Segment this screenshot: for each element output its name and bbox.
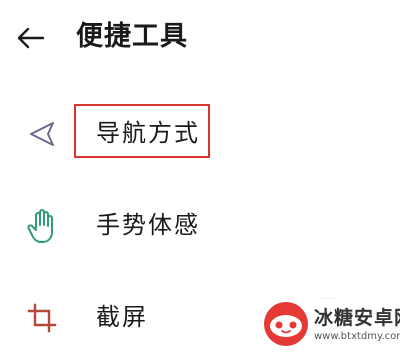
watermark-name: 冰糖安卓网	[314, 306, 400, 329]
watermark-url: www.btxtdmy.com	[314, 330, 400, 342]
menu-item-label: 截屏	[96, 303, 148, 331]
navigation-arrow-icon	[24, 116, 60, 152]
menu-item-navigation-mode[interactable]: 导航方式	[0, 88, 400, 180]
app-header: 便捷工具	[0, 0, 400, 76]
page-title: 便捷工具	[76, 21, 188, 52]
hand-gesture-icon	[24, 208, 60, 244]
menu-item-gesture-motion[interactable]: 手势体感	[0, 180, 400, 272]
menu-item-label: 导航方式	[96, 119, 200, 147]
watermark-logo-icon	[264, 302, 308, 346]
crop-screenshot-icon	[24, 300, 60, 336]
menu-item-label: 手势体感	[96, 211, 200, 239]
watermark: 冰糖安卓网 www.btxtdmy.com	[262, 298, 400, 350]
back-button[interactable]	[12, 20, 48, 56]
back-arrow-icon	[17, 27, 45, 49]
